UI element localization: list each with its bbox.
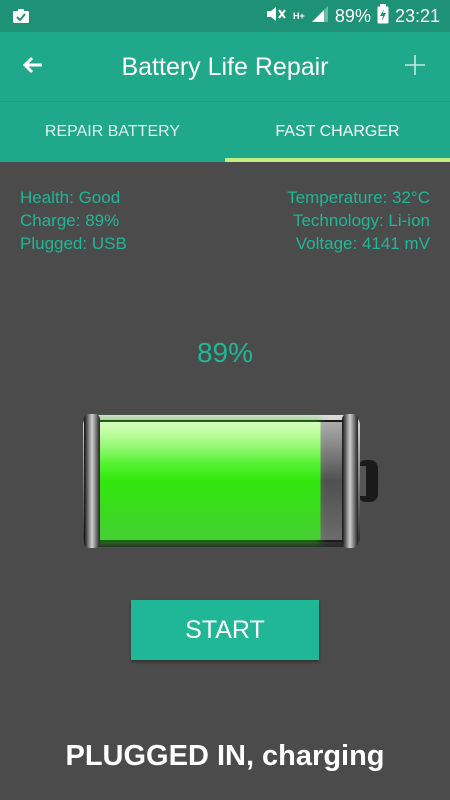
status-bar: H+ 89% 23:21 — [0, 0, 450, 32]
charge-text: Charge: 89% — [20, 211, 120, 230]
charging-status: PLUGGED IN, charging — [65, 740, 385, 772]
mute-icon — [265, 5, 287, 28]
tab-fast-charger[interactable]: FAST CHARGER — [225, 102, 450, 162]
health-text: Health: Good — [20, 188, 121, 207]
network-type: H+ — [293, 10, 305, 21]
plugged-text: Plugged: USB — [20, 234, 127, 253]
battery-info-left: Health: Good Charge: 89% Plugged: USB — [20, 186, 127, 255]
battery-gauge — [80, 412, 380, 550]
app-title: Battery Life Repair — [121, 53, 329, 81]
tab-bar: REPAIR BATTERY FAST CHARGER — [0, 102, 450, 162]
temperature-text: Temperature: 32°C — [287, 188, 430, 207]
technology-text: Technology: Li-ion — [292, 211, 430, 230]
charge-percent: 89% — [196, 337, 254, 368]
battery-body — [83, 414, 378, 548]
voltage-text: Voltage: 4141 mV — [295, 234, 430, 253]
battery-charging-icon — [377, 3, 389, 29]
plus-icon — [404, 54, 426, 81]
signal-icon — [311, 5, 329, 28]
tab-repair-battery[interactable]: REPAIR BATTERY — [0, 102, 225, 162]
battery-info-right: Temperature: 32°C Technology: Li-ion Vol… — [287, 186, 430, 255]
app-bar: Battery Life Repair — [0, 32, 450, 102]
add-button[interactable] — [400, 52, 430, 82]
battery-percent: 89% — [334, 5, 371, 26]
start-button[interactable]: START — [131, 600, 319, 660]
clock: 23:21 — [394, 5, 440, 26]
clipboard-check-icon — [12, 8, 30, 29]
